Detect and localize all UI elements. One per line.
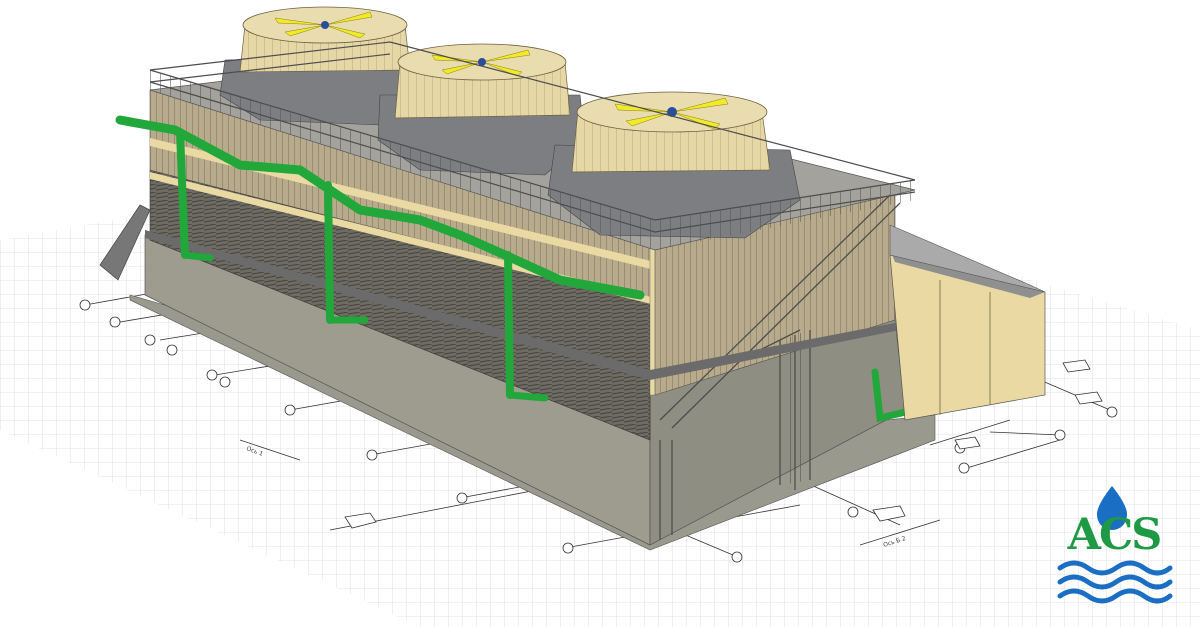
pump-house: [889, 224, 1046, 421]
logo-wordmark: ACS: [1067, 510, 1163, 560]
wave-icon: [1057, 560, 1173, 604]
stair-ladder-rungs: [780, 330, 810, 485]
cooling-tower-scene: Ось 1 Ось Б 2: [0, 6, 1200, 627]
